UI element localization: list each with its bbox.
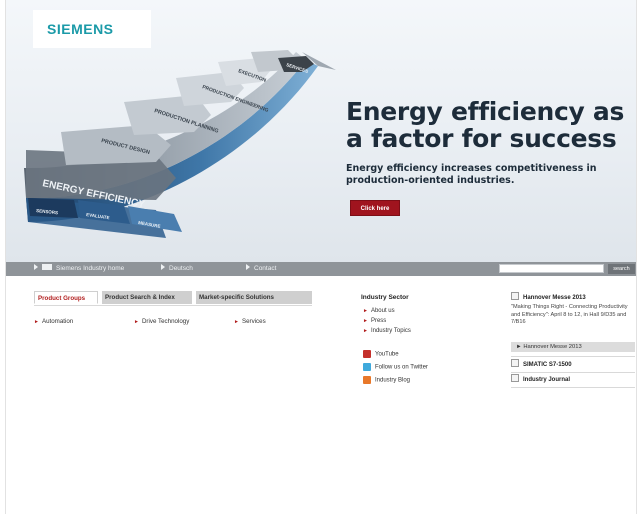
siemens-logo[interactable]: SIEMENS <box>47 21 114 37</box>
social-label: Industry Blog <box>375 377 411 384</box>
product-group-services[interactable]: ► Services <box>234 318 266 325</box>
link-press[interactable]: ► Press <box>363 318 386 324</box>
box-title: Hannover Messe 2013 <box>523 295 586 301</box>
hero-headline-line1: Energy efficiency as <box>346 97 625 126</box>
product-tabs: Product Groups Product Search & Index Ma… <box>34 291 312 306</box>
industry-journal-item[interactable]: Industry Journal <box>511 374 635 386</box>
nav-item-label: Deutsch <box>169 265 193 272</box>
social-label: YouTube <box>375 351 399 358</box>
click-here-button[interactable]: Click here <box>350 200 400 216</box>
collapse-box-icon <box>511 359 519 368</box>
search-button[interactable]: search <box>608 264 635 274</box>
hannover-messe-link[interactable]: ► Hannover Messe 2013 <box>511 342 635 352</box>
social-twitter[interactable]: Follow us on Twitter <box>363 363 428 371</box>
rss-icon <box>363 376 371 384</box>
bullet-arrow-icon: ► <box>134 319 139 325</box>
arrow-right-icon <box>246 264 250 271</box>
simatic-s7-1500-item[interactable]: SIMATIC S7-1500 <box>511 359 635 371</box>
hero-subline: Energy efficiency increases competitiven… <box>346 163 597 186</box>
collapse-box-icon <box>511 292 519 301</box>
page-frame: ENERGY EFFICIENCY PRODUCT DESIGN PRODUCT… <box>5 0 637 514</box>
arrow-right-icon <box>161 264 165 271</box>
divider <box>511 372 635 373</box>
social-youtube[interactable]: YouTube <box>363 350 399 358</box>
tab-market-specific-solutions[interactable]: Market-specific Solutions <box>196 291 312 304</box>
nav-item-deutsch[interactable]: Deutsch <box>161 262 193 276</box>
social-label: Follow us on Twitter <box>375 364 428 371</box>
hero-headline-line2: a factor for success <box>346 124 617 153</box>
industry-sector-title: Industry Sector <box>361 294 409 301</box>
bullet-arrow-icon: ► <box>363 318 368 324</box>
product-group-label: Services <box>241 318 266 325</box>
link-label: About us <box>370 308 395 314</box>
tab-product-search-index[interactable]: Product Search & Index <box>102 291 192 304</box>
link-label: Industry Topics <box>370 328 411 334</box>
bullet-arrow-icon: ► <box>363 308 368 314</box>
hero-headline: Energy efficiency as a factor for succes… <box>346 98 624 152</box>
nav-item-contact[interactable]: Contact <box>246 262 276 276</box>
bullet-arrow-icon: ► <box>34 319 39 325</box>
divider <box>511 387 635 388</box>
product-group-label: Drive Technology <box>141 318 190 325</box>
logo-container[interactable]: SIEMENS <box>33 10 151 48</box>
collapse-box-icon <box>511 374 519 383</box>
hannover-messe-description: "Making Things Right - Connecting Produc… <box>511 304 628 325</box>
youtube-icon <box>363 350 371 358</box>
link-industry-topics[interactable]: ► Industry Topics <box>363 328 411 334</box>
product-group-label: Automation <box>41 318 74 325</box>
link-label: Hannover Messe 2013 <box>523 344 582 350</box>
tab-product-groups[interactable]: Product Groups <box>34 291 98 304</box>
hannover-messe-heading[interactable]: Hannover Messe 2013 <box>511 292 635 304</box>
search-input[interactable] <box>499 264 604 273</box>
link-label: Press <box>370 318 387 324</box>
bullet-arrow-icon: ► <box>363 328 368 334</box>
box-title: SIMATIC S7-1500 <box>523 362 572 368</box>
box-title: Industry Journal <box>523 377 571 383</box>
twitter-icon <box>363 363 371 371</box>
nav-item-industry-home[interactable]: Siemens Industry home <box>34 262 124 276</box>
nav-item-label: Contact <box>254 265 277 272</box>
home-icon <box>42 264 52 271</box>
product-group-automation[interactable]: ► Automation <box>34 318 73 325</box>
hero-banner: ENERGY EFFICIENCY PRODUCT DESIGN PRODUCT… <box>6 0 636 262</box>
divider <box>511 356 635 357</box>
nav-item-label: Siemens Industry home <box>56 265 125 272</box>
product-group-drive-technology[interactable]: ► Drive Technology <box>134 318 189 325</box>
bullet-arrow-icon: ► <box>234 319 239 325</box>
link-about-us[interactable]: ► About us <box>363 308 395 314</box>
arrow-right-icon <box>34 264 38 271</box>
social-industry-blog[interactable]: Industry Blog <box>363 376 410 384</box>
